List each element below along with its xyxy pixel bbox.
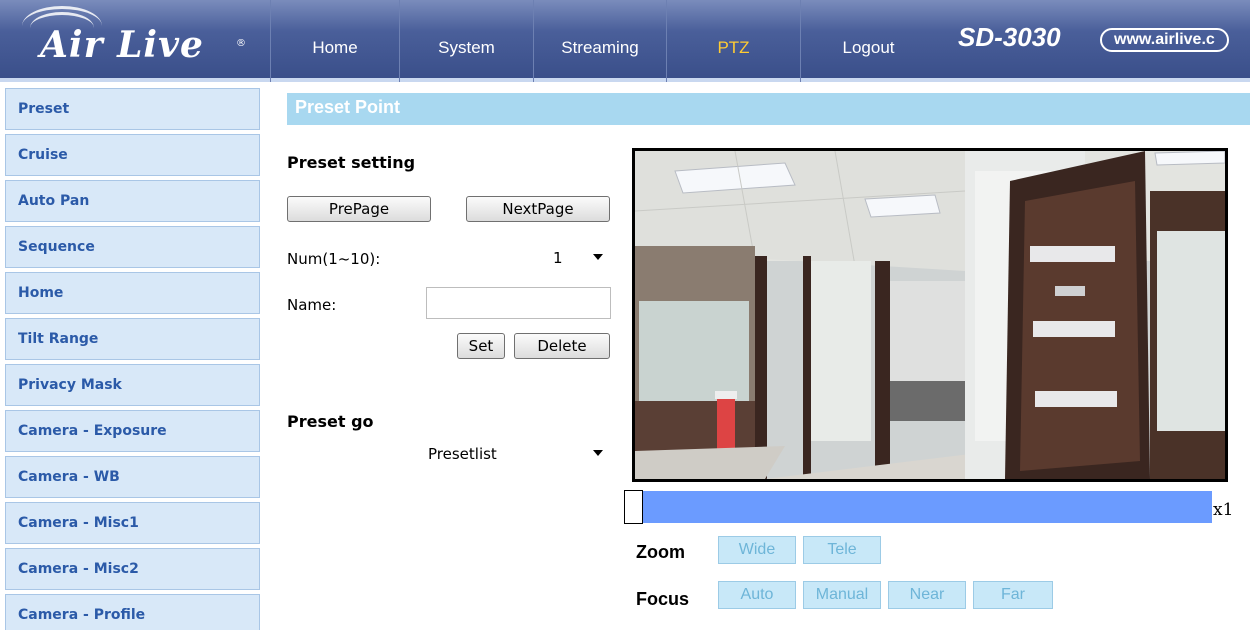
sidebar-item-auto-pan[interactable]: Auto Pan [5,180,260,222]
zoom-level: x1 [1213,500,1234,520]
sidebar-item-preset[interactable]: Preset [5,88,260,130]
nav-ptz[interactable]: PTZ [666,0,800,82]
sidebar-item-home[interactable]: Home [5,272,260,314]
sidebar-item-sequence[interactable]: Sequence [5,226,260,268]
airlive-logo: Air Live ® [0,0,265,82]
focus-label: Focus [636,589,690,609]
set-button[interactable]: Set [457,333,505,359]
sidebar-item-camera-misc1[interactable]: Camera - Misc1 [5,502,260,544]
prev-page-button[interactable]: PrePage [287,196,431,222]
top-header: Air Live ® Home System Streaming PTZ Log… [0,0,1250,82]
focus-manual-button[interactable]: Manual [803,581,881,609]
delete-button[interactable]: Delete [514,333,610,359]
sidebar-item-privacy-mask[interactable]: Privacy Mask [5,364,260,406]
name-input[interactable] [426,287,611,319]
page-title: Preset Point [295,97,401,117]
live-camera-view[interactable] [632,148,1228,482]
model-name: SD-3030 [958,22,1061,52]
zoom-label: Zoom [636,542,685,562]
focus-near-button[interactable]: Near [888,581,966,609]
zoom-slider-handle[interactable] [624,490,643,524]
sidebar-item-camera-profile[interactable]: Camera - Profile [5,594,260,630]
website-badge: www.airlive.c [1100,28,1229,52]
name-label: Name: [287,296,337,314]
logo-text: Air Live [40,24,204,66]
zoom-wide-button[interactable]: Wide [718,536,796,564]
nav-system[interactable]: System [399,0,533,82]
sidebar: Preset Cruise Auto Pan Sequence Home Til… [5,88,260,630]
sidebar-item-cruise[interactable]: Cruise [5,134,260,176]
nav-home[interactable]: Home [270,0,399,82]
zoom-slider-track[interactable] [643,491,1212,523]
nav-streaming[interactable]: Streaming [533,0,666,82]
preset-setting-heading: Preset setting [287,153,416,172]
preset-list-select[interactable]: Presetlist [422,441,611,467]
section-header-bar [287,93,1250,125]
sidebar-item-camera-exposure[interactable]: Camera - Exposure [5,410,260,452]
focus-auto-button[interactable]: Auto [718,581,796,609]
sidebar-item-camera-misc2[interactable]: Camera - Misc2 [5,548,260,590]
chevron-down-icon [593,254,603,260]
preset-list-value: Presetlist [428,445,497,463]
main-nav: Home System Streaming PTZ Logout [270,0,936,82]
sidebar-item-camera-wb[interactable]: Camera - WB [5,456,260,498]
next-page-button[interactable]: NextPage [466,196,610,222]
num-label: Num(1~10): [287,250,381,268]
zoom-tele-button[interactable]: Tele [803,536,881,564]
nav-logout[interactable]: Logout [800,0,936,82]
num-select-value: 1 [553,249,563,267]
num-select[interactable]: 1 [541,245,611,271]
preset-go-heading: Preset go [287,412,374,431]
registered-mark: ® [236,38,246,49]
sidebar-item-tilt-range[interactable]: Tilt Range [5,318,260,360]
camera-image [635,151,1225,479]
chevron-down-icon [593,450,603,456]
focus-far-button[interactable]: Far [973,581,1053,609]
